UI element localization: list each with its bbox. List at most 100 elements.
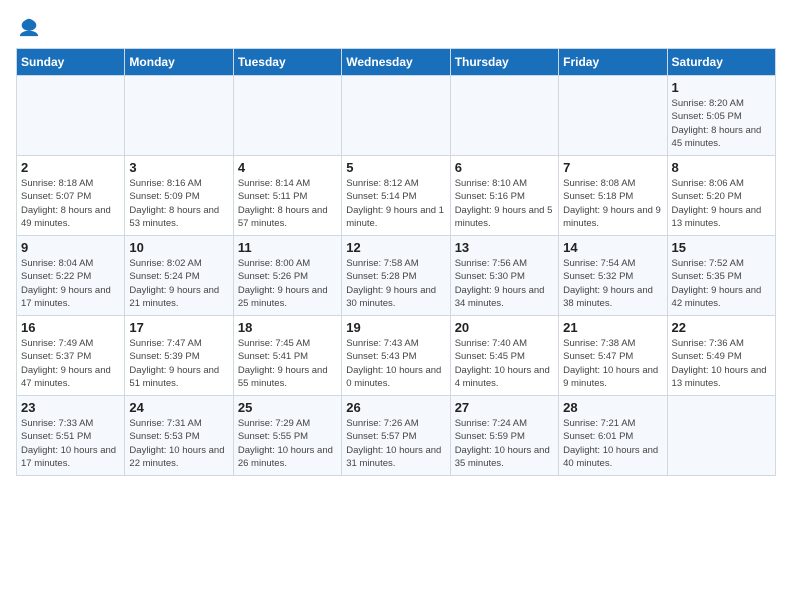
day-cell [342, 76, 450, 156]
day-number: 1 [672, 80, 771, 95]
calendar-table: SundayMondayTuesdayWednesdayThursdayFrid… [16, 48, 776, 476]
day-number: 16 [21, 320, 120, 335]
day-detail: Sunrise: 7:47 AM Sunset: 5:39 PM Dayligh… [129, 337, 228, 390]
day-detail: Sunrise: 8:04 AM Sunset: 5:22 PM Dayligh… [21, 257, 120, 310]
day-cell: 5 Sunrise: 8:12 AM Sunset: 5:14 PM Daylig… [342, 156, 450, 236]
day-detail: Sunrise: 7:24 AM Sunset: 5:59 PM Dayligh… [455, 417, 554, 470]
day-detail: Sunrise: 7:38 AM Sunset: 5:47 PM Dayligh… [563, 337, 662, 390]
day-detail: Sunrise: 8:06 AM Sunset: 5:20 PM Dayligh… [672, 177, 771, 230]
week-row-4: 16 Sunrise: 7:49 AM Sunset: 5:37 PM Dayli… [17, 316, 776, 396]
day-cell: 9 Sunrise: 8:04 AM Sunset: 5:22 PM Daylig… [17, 236, 125, 316]
day-number: 28 [563, 400, 662, 415]
day-cell: 13 Sunrise: 7:56 AM Sunset: 5:30 PM Dayli… [450, 236, 558, 316]
day-cell: 7 Sunrise: 8:08 AM Sunset: 5:18 PM Daylig… [559, 156, 667, 236]
day-cell: 11 Sunrise: 8:00 AM Sunset: 5:26 PM Dayli… [233, 236, 341, 316]
day-number: 13 [455, 240, 554, 255]
header-sunday: Sunday [17, 49, 125, 76]
day-number: 23 [21, 400, 120, 415]
day-detail: Sunrise: 8:14 AM Sunset: 5:11 PM Dayligh… [238, 177, 337, 230]
day-cell: 1 Sunrise: 8:20 AM Sunset: 5:05 PM Daylig… [667, 76, 775, 156]
day-cell: 21 Sunrise: 7:38 AM Sunset: 5:47 PM Dayli… [559, 316, 667, 396]
day-cell: 6 Sunrise: 8:10 AM Sunset: 5:16 PM Daylig… [450, 156, 558, 236]
header-thursday: Thursday [450, 49, 558, 76]
day-cell: 3Sunrise: 8:16 AM Sunset: 5:09 PM Daylig… [125, 156, 233, 236]
day-detail: Sunrise: 8:00 AM Sunset: 5:26 PM Dayligh… [238, 257, 337, 310]
day-number: 15 [672, 240, 771, 255]
day-number: 24 [129, 400, 228, 415]
day-cell: 15 Sunrise: 7:52 AM Sunset: 5:35 PM Dayli… [667, 236, 775, 316]
day-detail: Sunrise: 7:52 AM Sunset: 5:35 PM Dayligh… [672, 257, 771, 310]
day-cell: 16 Sunrise: 7:49 AM Sunset: 5:37 PM Dayli… [17, 316, 125, 396]
week-row-1: 1 Sunrise: 8:20 AM Sunset: 5:05 PM Daylig… [17, 76, 776, 156]
header-wednesday: Wednesday [342, 49, 450, 76]
day-detail: Sunrise: 7:43 AM Sunset: 5:43 PM Dayligh… [346, 337, 445, 390]
week-row-2: 2Sunrise: 8:18 AM Sunset: 5:07 PM Daylig… [17, 156, 776, 236]
day-number: 19 [346, 320, 445, 335]
day-detail: Sunrise: 8:16 AM Sunset: 5:09 PM Dayligh… [129, 177, 228, 230]
day-number: 17 [129, 320, 228, 335]
day-cell: 24 Sunrise: 7:31 AM Sunset: 5:53 PM Dayli… [125, 396, 233, 476]
day-number: 20 [455, 320, 554, 335]
day-detail: Sunrise: 8:02 AM Sunset: 5:24 PM Dayligh… [129, 257, 228, 310]
day-detail: Sunrise: 7:31 AM Sunset: 5:53 PM Dayligh… [129, 417, 228, 470]
logo-text [16, 16, 40, 38]
day-number: 2 [21, 160, 120, 175]
day-cell: 28 Sunrise: 7:21 AM Sunset: 6:01 PM Dayli… [559, 396, 667, 476]
day-detail: Sunrise: 8:10 AM Sunset: 5:16 PM Dayligh… [455, 177, 554, 230]
header-saturday: Saturday [667, 49, 775, 76]
day-cell: 18 Sunrise: 7:45 AM Sunset: 5:41 PM Dayli… [233, 316, 341, 396]
day-cell: 19 Sunrise: 7:43 AM Sunset: 5:43 PM Dayli… [342, 316, 450, 396]
day-number: 27 [455, 400, 554, 415]
day-cell: 10 Sunrise: 8:02 AM Sunset: 5:24 PM Dayli… [125, 236, 233, 316]
day-cell: 22 Sunrise: 7:36 AM Sunset: 5:49 PM Dayli… [667, 316, 775, 396]
day-detail: Sunrise: 7:33 AM Sunset: 5:51 PM Dayligh… [21, 417, 120, 470]
day-number: 22 [672, 320, 771, 335]
day-number: 12 [346, 240, 445, 255]
day-number: 5 [346, 160, 445, 175]
day-cell [233, 76, 341, 156]
day-detail: Sunrise: 7:58 AM Sunset: 5:28 PM Dayligh… [346, 257, 445, 310]
day-detail: Sunrise: 7:56 AM Sunset: 5:30 PM Dayligh… [455, 257, 554, 310]
day-cell: 23 Sunrise: 7:33 AM Sunset: 5:51 PM Dayli… [17, 396, 125, 476]
day-cell [450, 76, 558, 156]
day-detail: Sunrise: 7:36 AM Sunset: 5:49 PM Dayligh… [672, 337, 771, 390]
day-cell: 17 Sunrise: 7:47 AM Sunset: 5:39 PM Dayli… [125, 316, 233, 396]
day-number: 7 [563, 160, 662, 175]
header-friday: Friday [559, 49, 667, 76]
day-detail: Sunrise: 8:12 AM Sunset: 5:14 PM Dayligh… [346, 177, 445, 230]
day-cell: 8 Sunrise: 8:06 AM Sunset: 5:20 PM Daylig… [667, 156, 775, 236]
day-detail: Sunrise: 7:45 AM Sunset: 5:41 PM Dayligh… [238, 337, 337, 390]
logo-bird-icon [18, 16, 40, 38]
header-tuesday: Tuesday [233, 49, 341, 76]
day-cell: 4 Sunrise: 8:14 AM Sunset: 5:11 PM Daylig… [233, 156, 341, 236]
day-cell: 2Sunrise: 8:18 AM Sunset: 5:07 PM Daylig… [17, 156, 125, 236]
day-cell [17, 76, 125, 156]
day-cell: 14 Sunrise: 7:54 AM Sunset: 5:32 PM Dayli… [559, 236, 667, 316]
logo [16, 16, 40, 38]
day-cell: 20 Sunrise: 7:40 AM Sunset: 5:45 PM Dayli… [450, 316, 558, 396]
day-number: 6 [455, 160, 554, 175]
day-number: 9 [21, 240, 120, 255]
day-number: 8 [672, 160, 771, 175]
day-detail: Sunrise: 7:21 AM Sunset: 6:01 PM Dayligh… [563, 417, 662, 470]
day-number: 10 [129, 240, 228, 255]
day-cell [559, 76, 667, 156]
day-detail: Sunrise: 7:49 AM Sunset: 5:37 PM Dayligh… [21, 337, 120, 390]
day-detail: Sunrise: 8:20 AM Sunset: 5:05 PM Dayligh… [672, 97, 771, 150]
day-number: 4 [238, 160, 337, 175]
day-cell: 25Sunrise: 7:29 AM Sunset: 5:55 PM Dayli… [233, 396, 341, 476]
day-detail: Sunrise: 7:40 AM Sunset: 5:45 PM Dayligh… [455, 337, 554, 390]
day-detail: Sunrise: 8:08 AM Sunset: 5:18 PM Dayligh… [563, 177, 662, 230]
day-number: 18 [238, 320, 337, 335]
day-number: 21 [563, 320, 662, 335]
day-number: 11 [238, 240, 337, 255]
day-cell: 26Sunrise: 7:26 AM Sunset: 5:57 PM Dayli… [342, 396, 450, 476]
day-number: 26 [346, 400, 445, 415]
day-cell [667, 396, 775, 476]
days-header-row: SundayMondayTuesdayWednesdayThursdayFrid… [17, 49, 776, 76]
day-number: 14 [563, 240, 662, 255]
day-detail: Sunrise: 7:54 AM Sunset: 5:32 PM Dayligh… [563, 257, 662, 310]
day-cell [125, 76, 233, 156]
header-monday: Monday [125, 49, 233, 76]
day-cell: 27 Sunrise: 7:24 AM Sunset: 5:59 PM Dayli… [450, 396, 558, 476]
